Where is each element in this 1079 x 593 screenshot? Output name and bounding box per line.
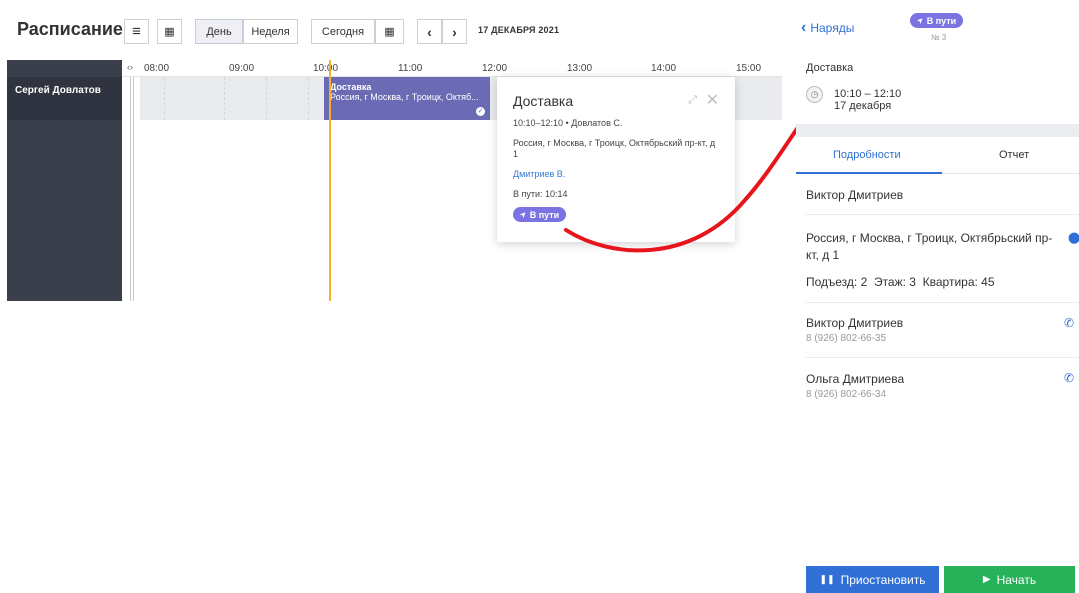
prev-day-button[interactable]: ‹ [417, 19, 442, 44]
week-view-button[interactable]: Неделя [243, 19, 298, 44]
chevron-left-icon: ‹ [801, 19, 807, 36]
check-icon: ✓ [476, 107, 485, 116]
divider [806, 302, 1079, 303]
calendar-icon: ▦ [384, 26, 395, 38]
next-day-button[interactable]: › [442, 19, 467, 44]
close-icon[interactable]: ✕ [706, 90, 719, 110]
grid-line [266, 77, 267, 120]
resource-row[interactable]: Сергей Довлатов [7, 77, 122, 120]
time-tick: 10:00 [313, 63, 339, 74]
back-button[interactable]: ‹ Наряды [801, 19, 854, 37]
popup-address: Россия, г Москва, г Троицк, Октябрьский … [513, 138, 716, 159]
map-pin-icon[interactable]: ⬤ [1068, 231, 1079, 244]
active-tab-indicator [796, 172, 942, 174]
grid-line [164, 77, 165, 120]
tabs: Подробности Отчет [796, 137, 1079, 174]
navigation-arrow-icon: ➤ [517, 208, 529, 221]
event-title: Доставка [330, 82, 372, 92]
section-title: Доставка [806, 62, 854, 74]
time-range: 10:10 – 12:10 [834, 88, 902, 100]
time-tick: 13:00 [567, 63, 593, 74]
status-badge[interactable]: ➤ В пути [513, 207, 567, 222]
scheduler-toolbar: Расписание ≡ ▦ День Неделя Сегодня ▦ ‹ ›… [0, 0, 782, 60]
time-header: ‹› 08:00 09:00 10:00 11:00 12:00 13:00 1… [122, 60, 782, 77]
phone-icon[interactable]: ✆ [1064, 371, 1074, 385]
time-tick: 09:00 [229, 63, 255, 74]
navigation-arrow-icon: ➤ [914, 14, 926, 27]
popup-time: 10:10–12:10 • Довлатов С. [513, 118, 623, 128]
time-tick: 08:00 [144, 63, 170, 74]
time-tick: 11:00 [398, 63, 423, 74]
current-date: 17 ДЕКАБРЯ 2021 [478, 25, 560, 35]
divider [806, 357, 1079, 358]
popup-person-link[interactable]: Дмитриев В. [513, 169, 735, 179]
resource-sidebar: Сергей Довлатов [7, 60, 122, 301]
grid-line [308, 77, 309, 120]
date-picker-button[interactable]: ▦ [375, 19, 404, 44]
time-tick: 12:00 [482, 63, 508, 74]
order-time: 10:10 – 12:10 17 декабря [834, 88, 901, 112]
page-title: Расписание [17, 19, 123, 39]
event-popup: Доставка ⤢ ✕ 10:10–12:10 • Довлатов С. Р… [497, 77, 735, 242]
chevron-left-icon: ‹ [427, 23, 432, 40]
entrance: Подъезд: 2 [806, 275, 868, 289]
order-number: № 3 [931, 33, 947, 42]
day-view-button[interactable]: День [195, 19, 243, 44]
tab-report[interactable]: Отчет [999, 149, 1029, 161]
clock-icon: ◷ [806, 86, 823, 103]
status-badge[interactable]: ➤ В пути [910, 13, 964, 28]
grid-divider [133, 77, 134, 301]
contact-phone: 8 (926) 802-66-35 [806, 333, 887, 344]
expand-icon[interactable]: ⤢ [688, 94, 697, 107]
week-view-label: Неделя [251, 25, 290, 38]
calendar-icon: ▦ [164, 26, 175, 38]
start-button[interactable]: ▶ Начать [944, 566, 1075, 593]
section-divider [796, 124, 1079, 137]
apartment-info: Подъезд: 2 Этаж: 3 Квартира: 45 [806, 275, 995, 289]
start-label: Начать [996, 572, 1037, 587]
current-time-indicator [329, 60, 331, 301]
today-button[interactable]: Сегодня [311, 19, 375, 44]
order-date: 17 декабря [834, 100, 892, 112]
order-detail-panel: ‹ Наряды ➤ В пути № 3 Доставка ◷ 10:10 –… [796, 0, 1079, 593]
calendar-view-button[interactable]: ▦ [157, 19, 182, 44]
status-badge-label: В пути [529, 209, 560, 220]
grid-divider [130, 77, 131, 301]
time-tick: 15:00 [736, 63, 762, 74]
schedule-event[interactable]: Доставка Россия, г Москва, г Троицк, Окт… [324, 77, 490, 120]
contact-phone: 8 (926) 802-66-34 [806, 389, 887, 400]
collapse-icon[interactable]: ‹› [127, 62, 133, 72]
pause-button[interactable]: ❚❚ Приостановить [806, 566, 939, 593]
tab-details[interactable]: Подробности [833, 149, 901, 161]
today-label: Сегодня [321, 25, 365, 38]
status-badge-label: В пути [926, 15, 957, 26]
phone-icon[interactable]: ✆ [1064, 316, 1074, 330]
floor: Этаж: 3 [873, 275, 916, 289]
scheduler: Расписание ≡ ▦ День Неделя Сегодня ▦ ‹ ›… [0, 0, 782, 593]
contact-name: Виктор Дмитриев [806, 316, 904, 330]
apartment: Квартира: 45 [922, 275, 995, 289]
popup-status-text: В пути: 10:14 [513, 189, 568, 199]
client-name: Виктор Дмитриев [806, 188, 904, 202]
time-tick: 14:00 [651, 63, 677, 74]
list-icon: ≡ [132, 23, 141, 40]
pause-icon: ❚❚ [819, 574, 835, 584]
list-view-button[interactable]: ≡ [124, 19, 149, 44]
divider [806, 214, 1079, 215]
play-icon: ▶ [982, 574, 991, 585]
grid-line [224, 77, 225, 120]
contact-name: Ольга Дмитриева [806, 372, 905, 386]
event-address: Россия, г Москва, г Троицк, Октяб... [330, 92, 479, 102]
client-address: Россия, г Москва, г Троицк, Октябрьский … [806, 231, 1053, 262]
back-label: Наряды [810, 21, 855, 35]
day-view-label: День [206, 25, 232, 38]
pause-label: Приостановить [840, 572, 926, 587]
chevron-right-icon: › [452, 23, 457, 40]
popup-title: Доставка [513, 93, 574, 109]
